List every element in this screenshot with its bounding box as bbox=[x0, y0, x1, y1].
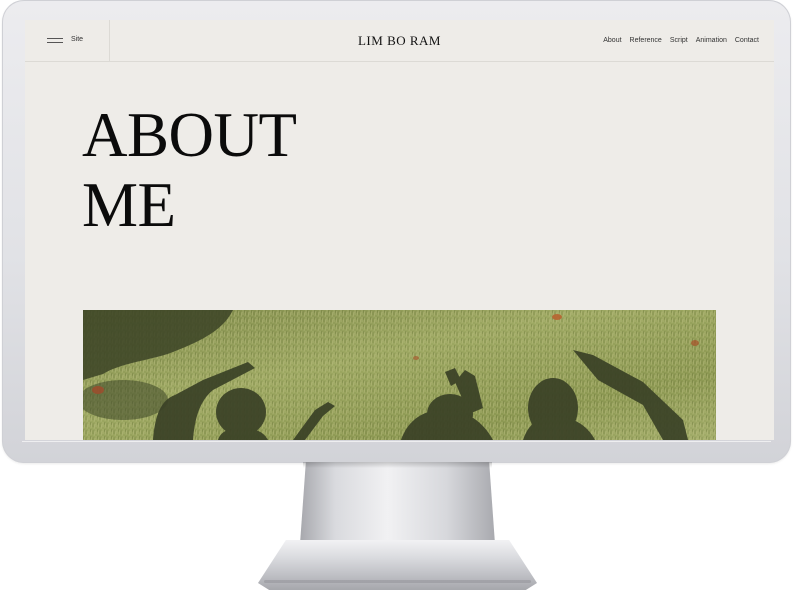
page-title-line-1: ABOUT bbox=[82, 100, 297, 170]
nav-animation[interactable]: Animation bbox=[696, 37, 727, 44]
nav-about[interactable]: About bbox=[603, 37, 621, 44]
monitor-stand-neck bbox=[300, 462, 495, 544]
page-title-line-2: ME bbox=[82, 170, 176, 240]
main-nav: About Reference Script Animation Contact bbox=[603, 37, 759, 44]
nav-script[interactable]: Script bbox=[670, 37, 688, 44]
page-title: ABOUT ME bbox=[82, 100, 297, 240]
hero-photo bbox=[83, 310, 716, 440]
grass-shadow-image bbox=[83, 310, 716, 440]
monitor-stand-shadow bbox=[303, 462, 492, 468]
nav-reference[interactable]: Reference bbox=[630, 37, 662, 44]
monitor-frame: Site LIM BO RAM About Reference Script A… bbox=[2, 0, 791, 463]
nav-contact[interactable]: Contact bbox=[735, 37, 759, 44]
monitor-screen: Site LIM BO RAM About Reference Script A… bbox=[25, 20, 774, 440]
monitor-base-edge bbox=[264, 580, 531, 583]
stage: Site LIM BO RAM About Reference Script A… bbox=[0, 0, 793, 591]
monitor-chin bbox=[22, 441, 771, 442]
site-header: Site LIM BO RAM About Reference Script A… bbox=[25, 20, 774, 62]
